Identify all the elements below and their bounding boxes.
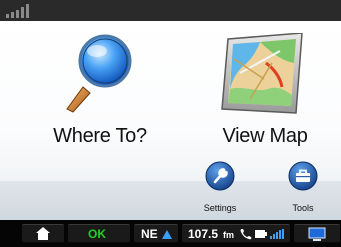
device-screen: Where To? View Map Settings Tools OK NE … <box>0 0 341 247</box>
battery-icon <box>255 230 267 238</box>
bottom-status-bar: OK NE 107.5 fm <box>0 220 341 247</box>
phone-icon <box>240 229 252 240</box>
status-bar <box>0 0 341 21</box>
magnifying-glass-icon <box>66 34 132 113</box>
settings-button[interactable]: Settings <box>195 161 245 218</box>
where-to-label: Where To? <box>53 125 147 147</box>
heading-arrow-icon <box>162 230 172 239</box>
settings-label: Settings <box>203 203 237 213</box>
wrench-icon <box>205 161 235 191</box>
map-icon <box>221 33 303 114</box>
where-to-button[interactable]: Where To? <box>35 33 165 151</box>
fm-transmitter[interactable]: 107.5 fm <box>182 224 290 243</box>
gps-signal-bars-icon <box>6 4 29 18</box>
main-menu: Where To? View Map Settings Tools <box>0 21 341 220</box>
status-ok[interactable]: OK <box>68 224 130 243</box>
toolbox-icon <box>288 161 318 191</box>
signal-bars-icon <box>270 229 284 239</box>
heading-text: NE <box>141 227 158 241</box>
view-map-label: View Map <box>222 125 308 147</box>
home-button[interactable] <box>22 224 64 243</box>
view-map-button[interactable]: View Map <box>200 33 330 151</box>
tools-label: Tools <box>292 203 314 213</box>
fm-frequency: 107.5 <box>188 227 219 241</box>
heading-indicator[interactable]: NE <box>134 224 178 243</box>
fm-unit: fm <box>223 230 234 240</box>
tools-button[interactable]: Tools <box>278 161 328 218</box>
monitor-icon <box>308 227 326 241</box>
monitor-button[interactable] <box>294 224 340 243</box>
status-ok-text: OK <box>88 227 106 241</box>
home-icon <box>36 227 50 240</box>
